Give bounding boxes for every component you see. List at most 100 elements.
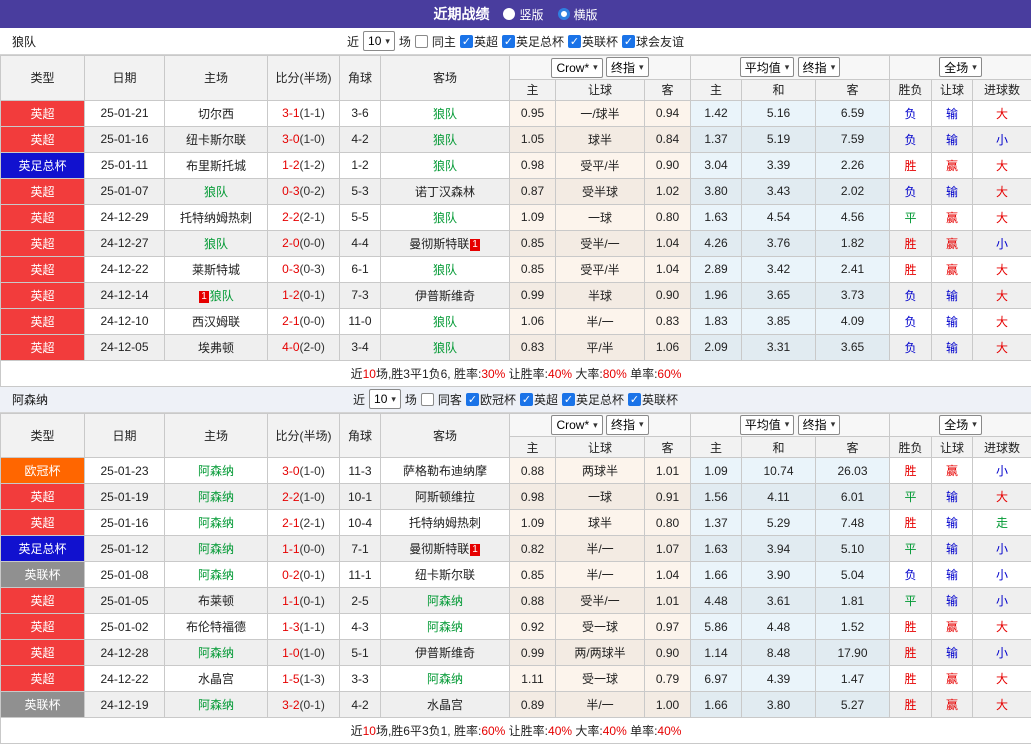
odds-away: 0.83: [645, 308, 691, 334]
match-count-select[interactable]: 10▾: [369, 389, 401, 409]
team-name-link[interactable]: 纽卡斯尔联: [186, 133, 246, 147]
odds-away: 0.90: [645, 282, 691, 308]
team-name-link[interactable]: 阿斯顿维拉: [415, 490, 475, 504]
league-checkbox[interactable]: ✓: [520, 393, 533, 406]
team-name-link[interactable]: 布莱顿: [198, 594, 234, 608]
match-type: 英超: [1, 640, 85, 666]
team-name-link[interactable]: 阿森纳: [198, 568, 234, 582]
team-name-link[interactable]: 狼队: [204, 185, 228, 199]
team-name-link[interactable]: 曼彻斯特联: [409, 542, 469, 556]
avg-home: 5.86: [691, 614, 742, 640]
team-cell-content: 狼队: [433, 159, 457, 173]
bookmaker-select[interactable]: Crow*▾: [551, 415, 602, 435]
team-cell-content: 伊普斯维奇: [415, 289, 475, 303]
layout-horizontal-option[interactable]: 横版: [558, 6, 598, 23]
average-stage-select[interactable]: 终指▾: [798, 57, 841, 77]
league-checkbox[interactable]: ✓: [568, 35, 581, 48]
avg-home: 4.48: [691, 588, 742, 614]
halftime-score: (1-3): [300, 672, 325, 686]
avg-draw: 5.16: [742, 100, 816, 126]
away-team: 诺丁汉森林: [381, 178, 510, 204]
team-name-link[interactable]: 狼队: [433, 263, 457, 277]
home-team: 阿森纳: [165, 640, 268, 666]
corner-score: 1-2: [340, 152, 381, 178]
team-name-link[interactable]: 托特纳姆热刺: [409, 516, 481, 530]
home-team: 狼队: [165, 230, 268, 256]
average-select[interactable]: 平均值▾: [740, 415, 795, 435]
team-name-link[interactable]: 阿森纳: [427, 672, 463, 686]
period-select[interactable]: 全场▾: [939, 415, 982, 435]
league-checkbox[interactable]: ✓: [562, 393, 575, 406]
team-name-link[interactable]: 莱斯特城: [192, 263, 240, 277]
team-name-link[interactable]: 狼队: [433, 133, 457, 147]
average-select[interactable]: 平均值▾: [740, 57, 795, 77]
match-type: 英超: [1, 666, 85, 692]
league-checkbox[interactable]: ✓: [502, 35, 515, 48]
team-name-link[interactable]: 阿森纳: [427, 594, 463, 608]
odds-home: 0.88: [510, 458, 556, 484]
team-name-link[interactable]: 纽卡斯尔联: [415, 568, 475, 582]
league-checkbox[interactable]: ✓: [628, 393, 641, 406]
team-name-link[interactable]: 狼队: [433, 211, 457, 225]
team-name-link[interactable]: 狼队: [433, 341, 457, 355]
col-header-away: 客场: [381, 56, 510, 101]
team-name-link[interactable]: 伊普斯维奇: [415, 289, 475, 303]
team-name-link[interactable]: 阿森纳: [198, 698, 234, 712]
average-stage-select[interactable]: 终指▾: [798, 415, 841, 435]
period-select[interactable]: 全场▾: [939, 57, 982, 77]
team-name-link[interactable]: 阿森纳: [198, 542, 234, 556]
odds-home: 0.98: [510, 484, 556, 510]
team-name-link[interactable]: 狼队: [210, 289, 234, 303]
team-cell-content: 水晶宫: [198, 672, 234, 686]
team-name-link[interactable]: 阿森纳: [198, 490, 234, 504]
horizontal-radio-icon[interactable]: [558, 8, 570, 20]
team-name-link[interactable]: 托特纳姆热刺: [180, 211, 252, 225]
team-name-link[interactable]: 水晶宫: [427, 698, 463, 712]
team-name-link[interactable]: 阿森纳: [198, 646, 234, 660]
match-date: 25-01-02: [85, 614, 165, 640]
result-handicap: 输: [932, 126, 973, 152]
layout-vertical-option[interactable]: 竖版: [503, 6, 543, 23]
team-name-link[interactable]: 狼队: [204, 237, 228, 251]
away-team: 阿森纳: [381, 666, 510, 692]
team-name-link[interactable]: 曼彻斯特联: [409, 237, 469, 251]
team-name-link[interactable]: 切尔西: [198, 107, 234, 121]
avg-away: 7.59: [816, 126, 890, 152]
league-checkbox[interactable]: ✓: [466, 393, 479, 406]
team-name-link[interactable]: 伊普斯维奇: [415, 646, 475, 660]
team-name-link[interactable]: 萨格勒布迪纳摩: [403, 464, 487, 478]
away-team: 托特纳姆热刺: [381, 510, 510, 536]
match-count-select[interactable]: 10▾: [363, 31, 395, 51]
team-name-link[interactable]: 布里斯托城: [186, 159, 246, 173]
odds-away: 0.94: [645, 100, 691, 126]
league-checkbox[interactable]: ✓: [460, 35, 473, 48]
vertical-radio-icon[interactable]: [503, 8, 515, 20]
avg-home: 1.63: [691, 536, 742, 562]
team-name-link[interactable]: 布伦特福德: [186, 620, 246, 634]
team-name-link[interactable]: 狼队: [433, 315, 457, 329]
team-name-link[interactable]: 狼队: [433, 159, 457, 173]
same-away-checkbox[interactable]: [421, 393, 434, 406]
team-name-link[interactable]: 狼队: [433, 107, 457, 121]
odds-stage-select[interactable]: 终指▾: [606, 415, 649, 435]
red-card-badge: 1: [470, 544, 480, 556]
same-home-checkbox[interactable]: [415, 35, 428, 48]
avg-draw: 5.29: [742, 510, 816, 536]
team-cell-content: 阿森纳: [198, 464, 234, 478]
league-label: 英足总杯: [516, 33, 564, 50]
halftime-score: (0-1): [300, 568, 325, 582]
bookmaker-select[interactable]: Crow*▾: [551, 58, 602, 78]
odds-stage-select[interactable]: 终指▾: [606, 57, 649, 77]
team-name-link[interactable]: 水晶宫: [198, 672, 234, 686]
league-checkbox[interactable]: ✓: [622, 35, 635, 48]
team-name-link[interactable]: 西汉姆联: [192, 315, 240, 329]
match-score: 1-5(1-3): [268, 666, 340, 692]
team-name-link[interactable]: 诺丁汉森林: [415, 185, 475, 199]
team-name-link[interactable]: 阿森纳: [427, 620, 463, 634]
team-name-link[interactable]: 阿森纳: [198, 516, 234, 530]
match-date: 24-12-22: [85, 666, 165, 692]
home-team: 布莱顿: [165, 588, 268, 614]
team-cell-content: 阿斯顿维拉: [415, 490, 475, 504]
team-name-link[interactable]: 埃弗顿: [198, 341, 234, 355]
team-name-link[interactable]: 阿森纳: [198, 464, 234, 478]
